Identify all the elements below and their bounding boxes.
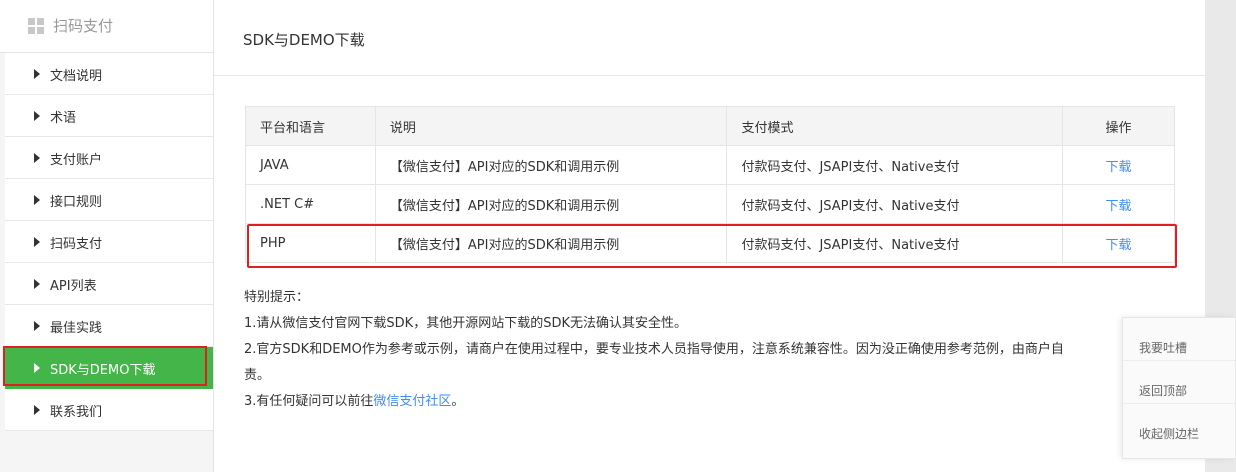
sidebar-header: 扫码支付 (0, 0, 213, 53)
sidebar-item-best-practice[interactable]: 最佳实践 (5, 305, 213, 347)
download-link[interactable]: 下载 (1106, 238, 1132, 253)
community-link[interactable]: 微信支付社区 (373, 394, 451, 409)
sidebar-item-label: 最佳实践 (50, 321, 103, 336)
description-cell: 【微信支付】API对应的SDK和调用示例 (374, 145, 728, 185)
pay-mode-cell: 付款码支付、JSAPI支付、Native支付 (726, 145, 1064, 185)
note-line-3: 3.有任何疑问可以前往微信支付社区。 (244, 389, 1064, 415)
table-row: PHP 【微信支付】API对应的SDK和调用示例 付款码支付、JSAPI支付、N… (245, 223, 1175, 263)
action-cell: 下载 (1062, 145, 1175, 185)
column-header: 平台和语言 (245, 106, 376, 146)
sidebar-nav: 文档说明 术语 支付账户 接口规则 扫码支付 API列表 最佳实践 SDK与DE… (0, 53, 213, 431)
pay-mode-cell: 付款码支付、JSAPI支付、Native支付 (726, 223, 1064, 263)
caret-right-icon (34, 279, 40, 289)
feedback-label: 我要吐槽 (1139, 341, 1188, 355)
grid-icon (28, 18, 44, 34)
sidebar-item-native-pay[interactable]: 扫码支付 (5, 221, 213, 263)
note-line-3-prefix: 3.有任何疑问可以前往 (244, 394, 374, 409)
sidebar-item-label: 支付账户 (50, 153, 103, 168)
sidebar: 扫码支付 文档说明 术语 支付账户 接口规则 扫码支付 API列表 最佳实践 S… (0, 0, 214, 472)
caret-right-icon (34, 363, 40, 373)
column-header: 支付模式 (726, 106, 1064, 146)
caret-right-icon (34, 321, 40, 331)
platform-cell: JAVA (245, 145, 376, 185)
sidebar-item-api-list[interactable]: API列表 (5, 263, 213, 305)
feedback-button[interactable]: 我要吐槽 (1123, 318, 1235, 361)
platform-cell: .NET C# (245, 184, 376, 224)
table-row: JAVA 【微信支付】API对应的SDK和调用示例 付款码支付、JSAPI支付、… (245, 145, 1175, 185)
download-link[interactable]: 下载 (1106, 160, 1132, 175)
note-line-1: 1.请从微信支付官网下载SDK，其他开源网站下载的SDK无法确认其安全性。 (244, 316, 687, 331)
sidebar-item-label: 术语 (50, 111, 77, 126)
notes-heading: 特别提示： (244, 290, 310, 305)
sidebar-item-label: SDK与DEMO下载 (50, 363, 156, 378)
page-title: SDK与DEMO下载 (243, 31, 365, 49)
description-cell: 【微信支付】API对应的SDK和调用示例 (374, 184, 728, 224)
sidebar-item-interface-rules[interactable]: 接口规则 (5, 179, 213, 221)
note-line-2: 2.官方SDK和DEMO作为参考或示例，请商户在使用过程中，要专业技术人员指导使… (244, 342, 1064, 357)
sidebar-item-label: 扫码支付 (50, 237, 103, 252)
caret-right-icon (34, 69, 40, 79)
notes-section: 特别提示： 1.请从微信支付官网下载SDK，其他开源网站下载的SDK无法确认其安… (244, 285, 1064, 415)
back-to-top-button[interactable]: 返回顶部 (1123, 361, 1235, 404)
sidebar-item-accounts[interactable]: 支付账户 (5, 137, 213, 179)
sdk-table: 平台和语言 说明 支付模式 操作 JAVA 【微信支付】API对应的SDK和调用… (245, 106, 1175, 263)
sidebar-item-terms[interactable]: 术语 (5, 95, 213, 137)
note-line-3-suffix: 。 (451, 394, 465, 409)
sidebar-title: 扫码支付 (53, 17, 114, 35)
floating-toolbox: 我要吐槽 返回顶部 收起侧边栏 (1122, 317, 1236, 459)
app-root: 扫码支付 文档说明 术语 支付账户 接口规则 扫码支付 API列表 最佳实践 S… (0, 0, 1236, 472)
caret-right-icon (34, 237, 40, 247)
column-header: 操作 (1062, 106, 1175, 146)
caret-right-icon (34, 111, 40, 121)
note-line-2-cont: 责。 (244, 368, 271, 383)
action-cell: 下载 (1062, 223, 1175, 263)
back-to-top-label: 返回顶部 (1139, 384, 1188, 398)
sidebar-item-label: 联系我们 (50, 405, 103, 420)
platform-cell: PHP (245, 223, 376, 263)
caret-right-icon (34, 405, 40, 415)
caret-right-icon (34, 153, 40, 163)
page-header: SDK与DEMO下载 (214, 0, 1205, 76)
column-header: 说明 (374, 106, 728, 146)
action-cell: 下载 (1062, 184, 1175, 224)
description-cell: 【微信支付】API对应的SDK和调用示例 (374, 223, 728, 263)
sidebar-item-label: 接口规则 (50, 195, 103, 210)
sidebar-item-label: 文档说明 (50, 69, 103, 84)
caret-right-icon (34, 195, 40, 205)
pay-mode-cell: 付款码支付、JSAPI支付、Native支付 (726, 184, 1064, 224)
sidebar-item-label: API列表 (50, 279, 97, 294)
sidebar-item-sdk-demo[interactable]: SDK与DEMO下载 (5, 347, 213, 389)
collapse-sidebar-label: 收起侧边栏 (1139, 427, 1200, 441)
table-header-row: 平台和语言 说明 支付模式 操作 (245, 106, 1175, 146)
collapse-sidebar-button[interactable]: 收起侧边栏 (1123, 404, 1235, 447)
sidebar-item-docs[interactable]: 文档说明 (5, 53, 213, 95)
download-link[interactable]: 下载 (1106, 199, 1132, 214)
sidebar-item-contact[interactable]: 联系我们 (5, 389, 213, 431)
table-row: .NET C# 【微信支付】API对应的SDK和调用示例 付款码支付、JSAPI… (245, 184, 1175, 224)
